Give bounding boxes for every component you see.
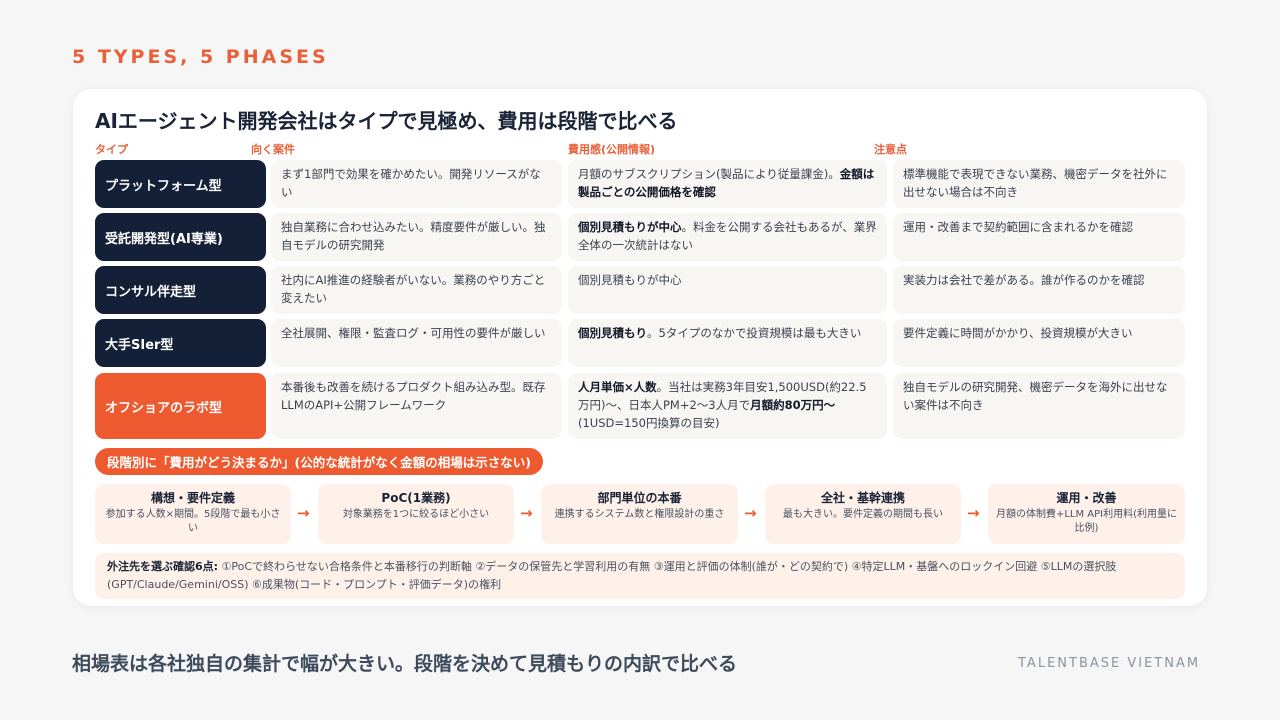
card-title: AIエージェント開発会社はタイプで見極め、費用は段階で比べる — [95, 109, 678, 133]
table-row: オフショアのラボ型 本番後も改善を続けるプロダクト組み込み型。既存LLMのAPI… — [95, 373, 1185, 439]
type-cell: プラットフォーム型 — [95, 160, 266, 208]
phase-title: 部門単位の本番 — [597, 491, 682, 505]
table-row: 受託開発型(AI専業) 独自業務に合わせ込みたい。精度要件が厳しい。独自モデルの… — [95, 213, 1185, 261]
table-row: プラットフォーム型 まず1部門で効果を確かめたい。開発リソースがない 月額のサブ… — [95, 160, 1185, 208]
phase-desc: 参加する人数×期間。5段階で最も小さい — [105, 509, 281, 534]
column-header-fit: 向く案件 — [251, 143, 295, 156]
phase-desc: 月額の体制費+LLM API利用料(利用量に比例) — [995, 509, 1178, 534]
phase-card: 構想・要件定義 参加する人数×期間。5段階で最も小さい — [95, 484, 291, 544]
phase-card: 全社・基幹連携 最も大きい。要件定義の期間も長い — [765, 484, 961, 544]
phase-desc: 連携するシステム数と権限設計の重さ — [554, 509, 725, 520]
table-row: 大手SIer型 全社展開、権限・監査ログ・可用性の要件が厳しい 個別見積もり。5… — [95, 319, 1185, 367]
column-header-caution: 注意点 — [874, 143, 907, 156]
cost-cell: 個別見積もりが中心 — [568, 266, 887, 314]
column-header-type: タイプ — [95, 143, 128, 156]
phase-title: 全社・基幹連携 — [820, 491, 905, 505]
caution-cell: 運用・改善まで契約範囲に含まれるかを確認 — [893, 213, 1185, 261]
cost-cell: 個別見積もり。5タイプのなかで投資規模は最も大きい — [568, 319, 887, 367]
type-cell: 受託開発型(AI専業) — [95, 213, 266, 261]
fit-cell: まず1部門で効果を確かめたい。開発リソースがない — [271, 160, 562, 208]
content-card: AIエージェント開発会社はタイプで見極め、費用は段階で比べる タイプ 向く案件 … — [73, 89, 1207, 606]
brand-logo-text: TALENTBASE VIETNAM — [1018, 656, 1201, 671]
fit-cell: 全社展開、権限・監査ログ・可用性の要件が厳しい — [271, 319, 562, 367]
checklist-text: ①PoCで終わらせない合格条件と本番移行の判断軸 ②データの保管先と学習利用の有… — [107, 560, 1117, 591]
type-cell: 大手SIer型 — [95, 319, 266, 367]
vendor-checklist: 外注先を選ぶ確認6点: ①PoCで終わらせない合格条件と本番移行の判断軸 ②デー… — [95, 553, 1185, 599]
phase-desc: 最も大きい。要件定義の期間も長い — [783, 509, 943, 520]
fit-cell: 社内にAI推進の経験者がいない。業務のやり方ごと変えたい — [271, 266, 562, 314]
column-header-cost: 費用感(公開情報) — [568, 143, 656, 156]
arrow-right-icon: → — [967, 504, 980, 522]
caution-cell: 標準機能で表現できない業務、機密データを社外に出せない場合は不向き — [893, 160, 1185, 208]
phase-title: 構想・要件定義 — [150, 491, 235, 505]
caution-cell: 独自モデルの研究開発、機密データを海外に出せない案件は不向き — [893, 373, 1185, 439]
footer-summary: 相場表は各社独自の集計で幅が大きい。段階を決めて見積もりの内訳で比べる — [72, 653, 738, 675]
fit-cell: 本番後も改善を続けるプロダクト組み込み型。既存LLMのAPI+公開フレームワーク — [271, 373, 562, 439]
type-cell: コンサル伴走型 — [95, 266, 266, 314]
phase-card: 運用・改善 月額の体制費+LLM API利用料(利用量に比例) — [988, 484, 1185, 544]
phase-desc: 対象業務を1つに絞るほど小さい — [342, 509, 490, 520]
phase-title: 運用・改善 — [1056, 491, 1117, 505]
fit-cell: 独自業務に合わせ込みたい。精度要件が厳しい。独自モデルの研究開発 — [271, 213, 562, 261]
type-cell-highlight: オフショアのラボ型 — [95, 373, 266, 439]
cost-cell: 月額のサブスクリプション(製品により従量課金)。金額は製品ごとの公開価格を確認 — [568, 160, 887, 208]
arrow-right-icon: → — [520, 504, 533, 522]
caution-cell: 要件定義に時間がかかり、投資規模が大きい — [893, 319, 1185, 367]
cost-cell: 個別見積もりが中心。料金を公開する会社もあるが、業界全体の一次統計はない — [568, 213, 887, 261]
cost-cell: 人月単価×人数。当社は実務3年目安1,500USD(約22.5万円)〜、日本人P… — [568, 373, 887, 439]
phase-section-label: 段階別に「費用がどう決まるか」(公的な統計がなく金額の相場は示さない) — [95, 448, 543, 475]
phase-card: 部門単位の本番 連携するシステム数と権限設計の重さ — [541, 484, 738, 544]
caution-cell: 実装力は会社で差がある。誰が作るのかを確認 — [893, 266, 1185, 314]
arrow-right-icon: → — [744, 504, 757, 522]
arrow-right-icon: → — [297, 504, 310, 522]
phase-title: PoC(1業務) — [381, 491, 451, 505]
checklist-label: 外注先を選ぶ確認6点: — [107, 560, 219, 573]
table-row: コンサル伴走型 社内にAI推進の経験者がいない。業務のやり方ごと変えたい 個別見… — [95, 266, 1185, 314]
section-kicker: 5 TYPES, 5 PHASES — [72, 46, 329, 68]
phase-card: PoC(1業務) 対象業務を1つに絞るほど小さい — [318, 484, 514, 544]
